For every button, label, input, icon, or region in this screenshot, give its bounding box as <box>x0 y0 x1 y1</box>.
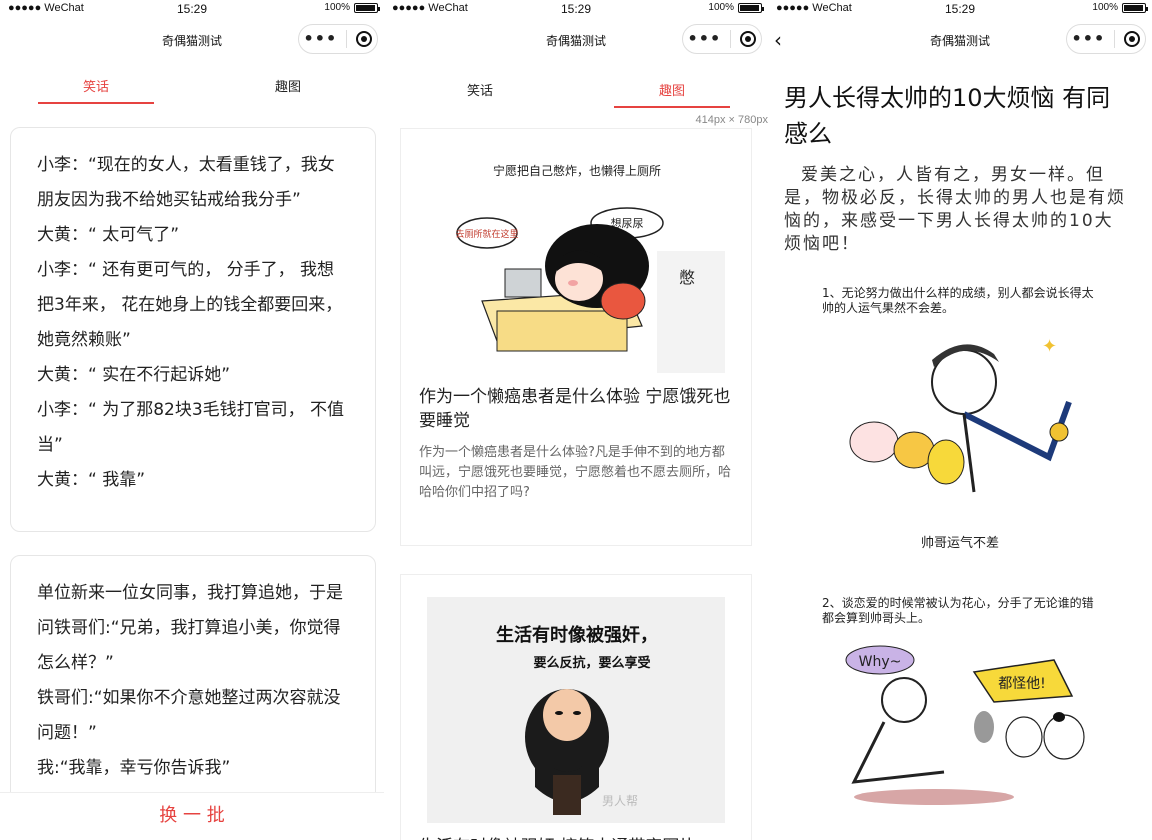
nav-bar: 奇偶猫测试 ••• <box>384 22 768 58</box>
svg-text:憋: 憋 <box>679 268 695 287</box>
capsule-divider <box>346 30 348 48</box>
bubble-blame: 都怪他! <box>998 676 1046 692</box>
pic-description: 作为一个懒癌患者是什么体验?凡是手伸不到的地方都叫远，宁愿饿死也要睡觉，宁愿憋着… <box>419 445 732 500</box>
status-bar: ●●●●● WeChat 15:29 100% <box>768 0 1152 18</box>
image-caption: 宁愿把自己憋炸，也懒得上厕所 <box>493 163 661 178</box>
mini-program-capsule[interactable]: ••• <box>682 24 762 54</box>
joke-line: 单位新来一位女同事，我打算追她，于是问铁哥们:“兄弟，我打算追小美，你觉得怎么样… <box>37 583 343 673</box>
tab-pics-label: 趣图 <box>274 80 301 95</box>
pics-screen: ●●●●● WeChat 15:29 100% 奇偶猫测试 ••• 笑话 趣图 … <box>384 0 768 840</box>
pic-title[interactable]: 作为一个懒癌患者是什么体验 宁愿饿死也要睡觉 <box>401 373 751 433</box>
battery-indicator: 100% <box>708 2 764 13</box>
image-text: 2、谈恋爱的时候常被认为花心，分手了无论谁的错都会算到帅哥头上。 <box>822 596 1094 625</box>
breakup-comic: 2、谈恋爱的时候常被认为花心，分手了无论谁的错都会算到帅哥头上。 Why~ 都怪… <box>822 596 1094 805</box>
joke-line: 大黄：“ 太可气了” <box>37 225 180 245</box>
close-target-icon[interactable] <box>1124 31 1141 47</box>
tab-bar: 笑话 趣图 <box>384 80 768 108</box>
nav-bar: 奇偶猫测试 ••• <box>0 22 384 58</box>
mini-program-capsule[interactable]: ••• <box>298 24 378 54</box>
joke-line: 小李：“ 为了那82块3毛钱打官司， 不值当” <box>37 400 345 455</box>
more-icon[interactable]: ••• <box>688 31 722 47</box>
battery-percent: 100% <box>708 2 734 13</box>
status-bar: ●●●●● WeChat 15:29 100% <box>384 0 768 18</box>
article-screen: ●●●●● WeChat 15:29 100% ‹ 奇偶猫测试 ••• 男人长得… <box>768 0 1152 840</box>
battery-percent: 100% <box>324 2 350 13</box>
active-tab-indicator <box>614 106 730 108</box>
comic-image: 生活有时像被强奸， 要么反抗，要么享受 男人帮 <box>427 597 725 823</box>
refresh-button[interactable]: 换 一 批 <box>0 792 384 840</box>
close-target-icon[interactable] <box>356 31 373 47</box>
article-image: 2、谈恋爱的时候常被认为花心，分手了无论谁的错都会算到帅哥头上。 Why~ 都怪… <box>814 592 1114 822</box>
tab-pics[interactable]: 趣图 <box>576 80 768 108</box>
joke-card: 小李：“现在的女人，太看重钱了，我女朋友因为我不给她买钻戒给我分手” 大黄：“ … <box>10 127 376 532</box>
tab-jokes[interactable]: 笑话 <box>0 76 192 104</box>
joke-line: 小李：“现在的女人，太看重钱了，我女朋友因为我不给她买钻戒给我分手” <box>37 155 335 210</box>
joke-line: 铁哥们:“如果你不介意她整过两次容就没问题！” <box>37 688 341 743</box>
battery-percent: 100% <box>1092 2 1118 13</box>
joke-line: 我:“我靠，幸亏你告诉我” <box>37 758 231 778</box>
active-tab-indicator <box>38 102 154 104</box>
jokes-screen: ●●●●● WeChat 15:29 100% 奇偶猫测试 ••• 笑话 趣图 … <box>0 0 384 840</box>
tab-pics[interactable]: 趣图 <box>192 76 384 95</box>
tab-jokes-label: 笑话 <box>466 84 493 99</box>
image-text: 1、无论努力做出什么样的成绩，别人都会说长得太帅的人运气果然不会差。 <box>822 286 1094 315</box>
more-icon[interactable]: ••• <box>1072 31 1106 47</box>
close-target-icon[interactable] <box>740 31 757 47</box>
joke-line: 大黄：“ 实在不行起诉她” <box>37 365 231 385</box>
image-caption-line1: 生活有时像被强奸， <box>496 624 658 646</box>
capsule-divider <box>730 30 732 48</box>
beard-man-illustration: 生活有时像被强奸， 要么反抗，要么享受 男人帮 <box>427 597 725 823</box>
watermark: 男人帮 <box>602 794 638 808</box>
article-image: 1、无论努力做出什么样的成绩，别人都会说长得太帅的人运气果然不会差。 ✦ <box>814 282 1114 514</box>
tab-pics-label: 趣图 <box>658 84 685 99</box>
handsome-man-comic: 1、无论努力做出什么样的成绩，别人都会说长得太帅的人运气果然不会差。 ✦ <box>822 286 1094 493</box>
battery-icon <box>354 2 380 13</box>
image-caption-line2: 要么反抗，要么享受 <box>533 655 650 671</box>
article-title: 男人长得太帅的10大烦恼 有同感么 <box>784 84 1111 148</box>
bubble-why: Why~ <box>859 654 902 670</box>
pic-card[interactable]: 宁愿把自己憋炸，也懒得上厕所 去厕所就在这里 想尿尿 憋 作为一个懒癌患者是什么… <box>400 128 752 546</box>
battery-indicator: 100% <box>1092 2 1148 13</box>
more-icon[interactable]: ••• <box>304 31 338 47</box>
tab-jokes-label: 笑话 <box>82 80 109 95</box>
article-intro: 爱美之心，人皆有之，男女一样。但是，物极必反，长得太帅的男人也是有烦恼的，来感受… <box>784 165 1126 254</box>
battery-indicator: 100% <box>324 2 380 13</box>
svg-text:✦: ✦ <box>1042 336 1057 357</box>
comic-image: 宁愿把自己憋炸，也懒得上厕所 去厕所就在这里 想尿尿 憋 <box>427 151 725 373</box>
joke-line: 大黄：“ 我靠” <box>37 470 146 490</box>
nav-bar: ‹ 奇偶猫测试 ••• <box>768 22 1152 58</box>
status-bar: ●●●●● WeChat 15:29 100% <box>0 0 384 18</box>
battery-icon <box>738 2 764 13</box>
battery-icon <box>1122 2 1148 13</box>
tab-jokes[interactable]: 笑话 <box>384 80 576 99</box>
bubble-left-text: 去厕所就在这里 <box>455 228 518 240</box>
dimension-hint: 414px × 780px <box>695 114 768 126</box>
image-caption: 帅哥运气不差 <box>920 536 999 551</box>
mini-program-capsule[interactable]: ••• <box>1066 24 1146 54</box>
capsule-divider <box>1114 30 1116 48</box>
lazy-girl-illustration: 宁愿把自己憋炸，也懒得上厕所 去厕所就在这里 想尿尿 憋 <box>455 163 725 373</box>
joke-line: 小李：“ 还有更可气的， 分手了， 我想把3年来， 花在她身上的钱全都要回来， … <box>37 260 343 350</box>
pic-title[interactable]: 生活有时像被强奸 搞笑卡通带字图片 <box>401 823 751 840</box>
pic-card[interactable]: 生活有时像被强奸， 要么反抗，要么享受 男人帮 生活有时像被强奸 搞笑卡通带字图… <box>400 574 752 840</box>
tab-bar: 笑话 趣图 <box>0 76 384 104</box>
